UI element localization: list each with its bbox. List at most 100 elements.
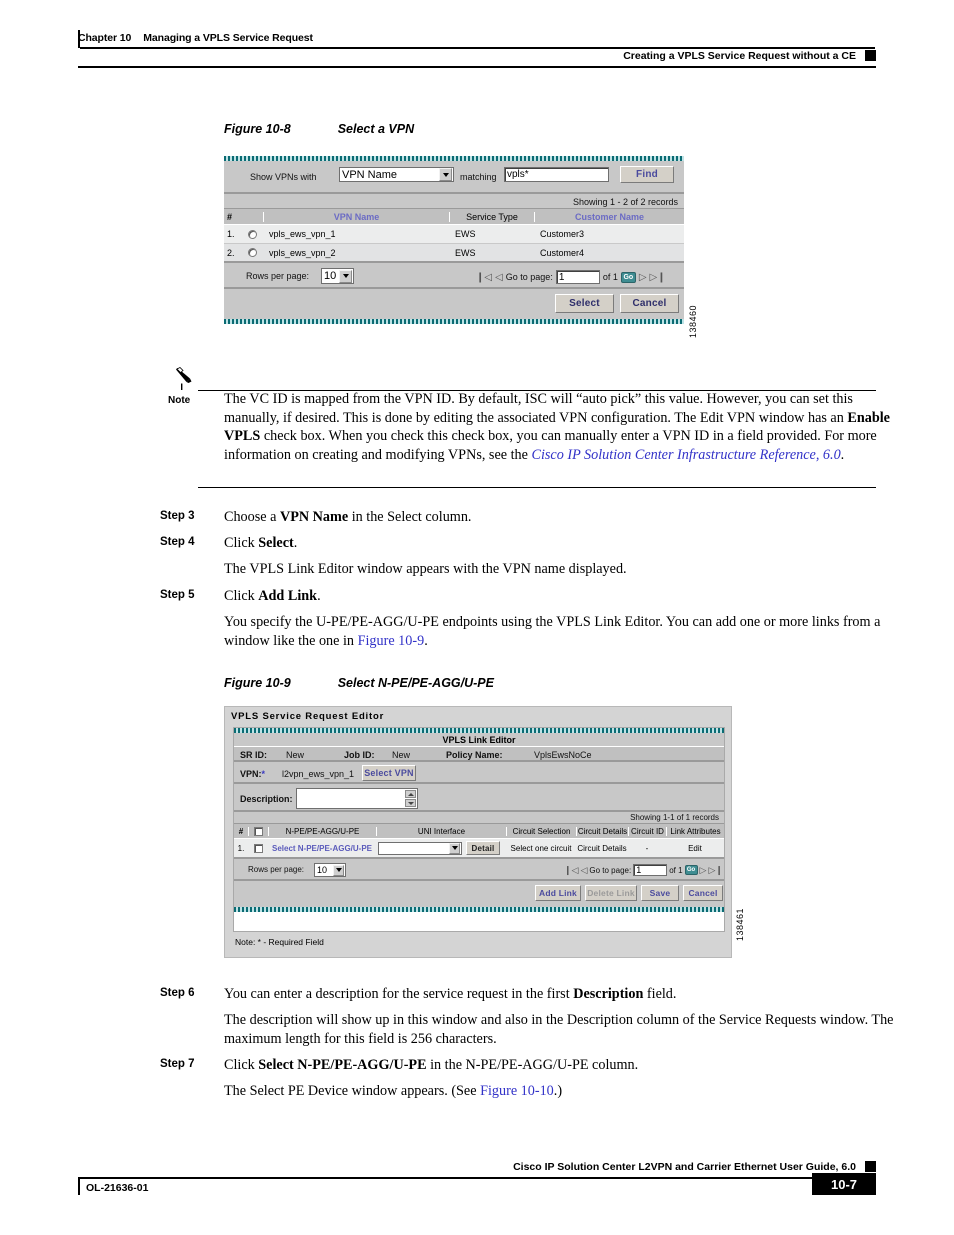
table-row[interactable]: 1. vpls_ews_vpn_1 EWS Customer3 xyxy=(224,225,684,244)
next-page-icon[interactable]: ▷ xyxy=(639,272,647,283)
row-radio[interactable] xyxy=(241,229,263,239)
step-5-number: Step 5 xyxy=(160,589,195,601)
table-row[interactable]: 1. Select N-PE/PE-AGG/U-PE Detail Select… xyxy=(234,839,724,859)
step-5-bold: Add Link xyxy=(258,588,318,604)
col-header-npe: N-PE/PE-AGG/U-PE xyxy=(268,826,376,836)
scroll-up-icon[interactable] xyxy=(405,790,416,798)
dialog-bottom-accent-bar xyxy=(224,319,684,324)
description-input-area[interactable] xyxy=(297,789,404,808)
vpn-match-input[interactable]: vpls* xyxy=(504,167,609,182)
rows-per-page-select[interactable]: 10 xyxy=(314,863,346,877)
vpn-criteria-select[interactable]: VPN Name xyxy=(339,167,454,182)
rows-per-page-select[interactable]: 10 xyxy=(321,268,354,284)
chevron-down-icon xyxy=(449,842,460,854)
page-number-input[interactable]: 1 xyxy=(555,270,600,284)
row-vpn-name: vpls_ews_vpn_2 xyxy=(269,247,336,258)
link-records-count-bar: Showing 1-1 of 1 records xyxy=(234,812,724,824)
checkbox-icon[interactable] xyxy=(253,843,263,853)
go-button[interactable]: Go xyxy=(620,271,636,283)
find-button[interactable]: Find xyxy=(620,166,674,183)
select-button[interactable]: Select xyxy=(555,294,614,313)
step-7-text: Click Select N-PE/PE-AGG/U-PE in the N-P… xyxy=(224,1056,896,1075)
rows-per-page-value: 10 xyxy=(317,865,328,875)
circuit-selection-value[interactable]: Select one circuit xyxy=(506,844,576,853)
step-7-t2: in the N-PE/PE-AGG/U-PE column. xyxy=(426,1057,639,1073)
figure-10-8-title: Select a VPN xyxy=(337,122,415,136)
description-scrollbar[interactable] xyxy=(404,789,417,808)
first-page-icon[interactable]: ❙◁ xyxy=(564,865,578,876)
link-pager: Rows per page: 10 ❙◁ ◁ Go to page: 1 of … xyxy=(234,859,724,881)
page-number-input[interactable]: 1 xyxy=(633,864,668,876)
table-row[interactable]: 2. vpls_ews_vpn_2 EWS Customer4 xyxy=(224,244,684,263)
note-reference-link[interactable]: Cisco IP Solution Center Infrastructure … xyxy=(531,447,840,463)
radio-icon[interactable] xyxy=(247,229,257,239)
col-header-circuit-id: Circuit ID xyxy=(628,826,666,836)
row-customer-name: Customer3 xyxy=(540,229,585,239)
uni-interface-select[interactable] xyxy=(378,841,462,855)
step-4-number: Step 4 xyxy=(160,536,195,548)
first-page-icon[interactable]: ❙◁ xyxy=(476,272,492,283)
prev-page-icon[interactable]: ◁ xyxy=(495,272,503,283)
uni-interface-cell: Detail xyxy=(376,841,506,855)
prev-page-icon[interactable]: ◁ xyxy=(580,865,587,876)
save-button[interactable]: Save xyxy=(641,885,679,901)
select-vpn-button[interactable]: Select VPN xyxy=(362,765,416,781)
goto-page-label: Go to page: xyxy=(505,272,553,282)
circuit-id-value: - xyxy=(645,843,649,853)
rows-per-page-label: Rows per page: xyxy=(246,271,310,281)
cancel-button[interactable]: Cancel xyxy=(620,294,679,313)
go-button[interactable]: Go xyxy=(684,865,698,875)
col-header-uni-interface: UNI Interface xyxy=(376,826,506,836)
step-5-t1: Click xyxy=(224,588,259,604)
scroll-down-icon[interactable] xyxy=(405,799,416,807)
checkbox-icon[interactable] xyxy=(254,826,263,836)
breadcrumb: Chapter 10 Managing a VPLS Service Reques… xyxy=(78,32,313,44)
pager-controls: ❙◁ ◁ Go to page: 1 of 1 Go ▷ ▷❙ xyxy=(476,270,666,284)
radio-icon[interactable] xyxy=(247,248,257,257)
cancel-button[interactable]: Cancel xyxy=(683,885,723,901)
matching-label: matching xyxy=(460,172,497,182)
last-page-icon[interactable]: ▷❙ xyxy=(708,865,722,876)
row-radio[interactable] xyxy=(241,248,263,257)
required-field-note-text: Note: * - Required Field xyxy=(235,937,324,947)
select-vpn-dialog: Show VPNs with VPN Name matching vpls* F… xyxy=(224,156,684,345)
chevron-down-icon xyxy=(439,168,452,181)
footer-page-number: 10-7 xyxy=(812,1173,876,1195)
figure-10-10-crossref[interactable]: Figure 10-10 xyxy=(480,1083,554,1099)
next-page-icon[interactable]: ▷ xyxy=(700,865,707,876)
col-header-customer-name[interactable]: Customer Name xyxy=(534,211,684,222)
col-header-vpn-name[interactable]: VPN Name xyxy=(263,211,449,222)
rows-per-page-value: 10 xyxy=(324,270,337,282)
step-4-t1: Click xyxy=(224,535,259,551)
job-id-label: Job ID: xyxy=(344,750,375,760)
description-textarea[interactable] xyxy=(296,788,418,809)
note-text-part-1: The VC ID is mapped from the VPN ID. By … xyxy=(224,391,853,426)
note-bottom-rule xyxy=(198,487,876,488)
note-text: The VC ID is mapped from the VPN ID. By … xyxy=(224,390,896,464)
panel-bottom-accent-bar xyxy=(234,907,724,912)
vpn-criteria-value: VPN Name xyxy=(342,168,398,181)
circuit-details-value[interactable]: Circuit Details xyxy=(576,844,628,853)
row-checkbox[interactable] xyxy=(248,843,268,853)
detail-button[interactable]: Detail xyxy=(466,841,500,855)
step-3-t1: Choose a xyxy=(224,509,280,525)
policy-name-label: Policy Name: xyxy=(446,750,503,760)
footer-square-marker xyxy=(865,1161,876,1172)
row-vpn-name: vpls_ews_vpn_1 xyxy=(269,229,336,239)
step-6-followup: The description will show up in this win… xyxy=(224,1012,894,1047)
last-page-icon[interactable]: ▷❙ xyxy=(650,272,666,283)
vpn-table-header: # VPN Name Service Type Customer Name xyxy=(224,209,684,225)
step-3-t2: in the Select column. xyxy=(348,509,472,525)
vpn-search-bar: Show VPNs with VPN Name matching vpls* F… xyxy=(224,161,684,194)
footer-left-rule xyxy=(78,1177,80,1195)
figure-10-9-crossref[interactable]: Figure 10-9 xyxy=(358,633,425,649)
records-count-text: Showing 1 - 2 of 2 records xyxy=(572,197,678,207)
add-link-button[interactable]: Add Link xyxy=(535,885,581,901)
link-attributes-value[interactable]: Edit xyxy=(666,844,724,853)
vpn-label-text: VPN: xyxy=(240,769,262,779)
row-index: 1. xyxy=(227,229,235,239)
col-header-select-all[interactable] xyxy=(248,826,268,836)
select-npe-link[interactable]: Select N-PE/PE-AGG/U-PE xyxy=(268,844,376,853)
figure-10-8-id: 138460 xyxy=(688,305,698,339)
figure-10-8-caption: Figure 10-8 Select a VPN xyxy=(224,122,414,136)
